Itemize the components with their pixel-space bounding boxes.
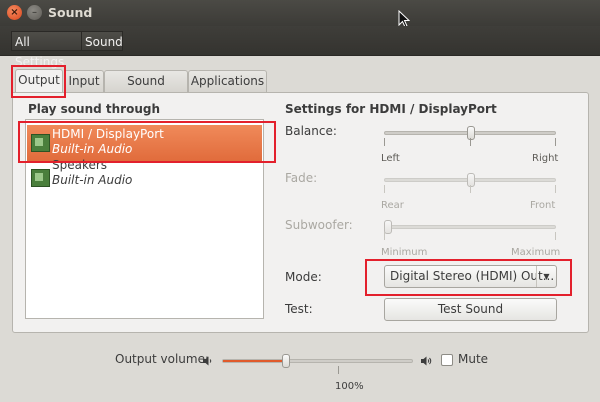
fade-tick-center — [470, 185, 471, 193]
fade-tick-rear — [384, 185, 385, 193]
subwoofer-label: Subwoofer: — [285, 218, 353, 232]
balance-right-label: Right — [532, 153, 559, 164]
subwoofer-slider-thumb[interactable] — [384, 220, 392, 234]
fade-slider-thumb[interactable] — [467, 173, 475, 187]
balance-slider-thumb[interactable] — [467, 126, 475, 140]
mode-label: Mode: — [285, 270, 322, 284]
balance-label: Balance: — [285, 124, 337, 138]
fade-slider[interactable] — [384, 173, 556, 187]
subwoofer-tick-max — [555, 232, 556, 240]
minimize-icon[interactable]: – — [27, 5, 42, 20]
tab-input[interactable]: Input — [64, 70, 104, 92]
output-volume-label: Output volume: — [115, 352, 209, 366]
mute-checkbox[interactable] — [441, 354, 453, 366]
fade-tick-front — [555, 185, 556, 193]
subwoofer-max-label: Maximum — [511, 247, 561, 258]
speaker-high-icon — [421, 356, 432, 366]
device-subtitle: Built-in Audio — [52, 173, 133, 187]
sound-card-icon — [31, 169, 50, 187]
list-item[interactable]: Speakers Built-in Audio — [27, 158, 262, 198]
highlight-output-tab — [11, 65, 66, 98]
balance-tick-center — [470, 138, 471, 146]
highlight-hdmi-device — [18, 121, 276, 163]
balance-left-label: Left — [381, 153, 400, 164]
window-titlebar: × – Sound — [0, 0, 600, 28]
subwoofer-min-label: Minimum — [381, 247, 428, 258]
tab-sound-effects[interactable]: Sound Effects — [104, 70, 188, 108]
test-sound-button[interactable]: Test Sound — [384, 298, 557, 321]
balance-tick-left — [384, 138, 385, 146]
tab-applications[interactable]: Applications — [188, 70, 267, 92]
output-volume-slider[interactable] — [222, 354, 413, 368]
mute-label: Mute — [458, 352, 489, 366]
balance-tick-right — [555, 138, 556, 146]
fade-label: Fade: — [285, 171, 318, 185]
output-volume-fill — [223, 360, 286, 362]
output-volume-thumb[interactable] — [282, 354, 290, 368]
play-sound-through-label: Play sound through — [28, 102, 160, 116]
subwoofer-slider[interactable] — [384, 220, 556, 234]
window-title: Sound — [48, 5, 93, 20]
subwoofer-tick-min — [384, 232, 385, 240]
highlight-mode-select — [365, 259, 572, 296]
fade-rear-label: Rear — [381, 200, 404, 211]
balance-slider[interactable] — [384, 126, 556, 140]
close-icon[interactable]: × — [7, 5, 22, 20]
volume-100-label: 100% — [335, 381, 364, 392]
all-settings-button[interactable]: All Settings — [11, 31, 82, 69]
fade-front-label: Front — [530, 200, 556, 211]
test-label: Test: — [285, 302, 313, 316]
breadcrumb: All Settings Sound — [0, 26, 600, 69]
sound-breadcrumb-button[interactable]: Sound — [81, 31, 123, 51]
settings-title: Settings for HDMI / DisplayPort — [285, 102, 497, 116]
speaker-low-icon — [203, 356, 212, 366]
volume-tick-100 — [338, 366, 339, 374]
